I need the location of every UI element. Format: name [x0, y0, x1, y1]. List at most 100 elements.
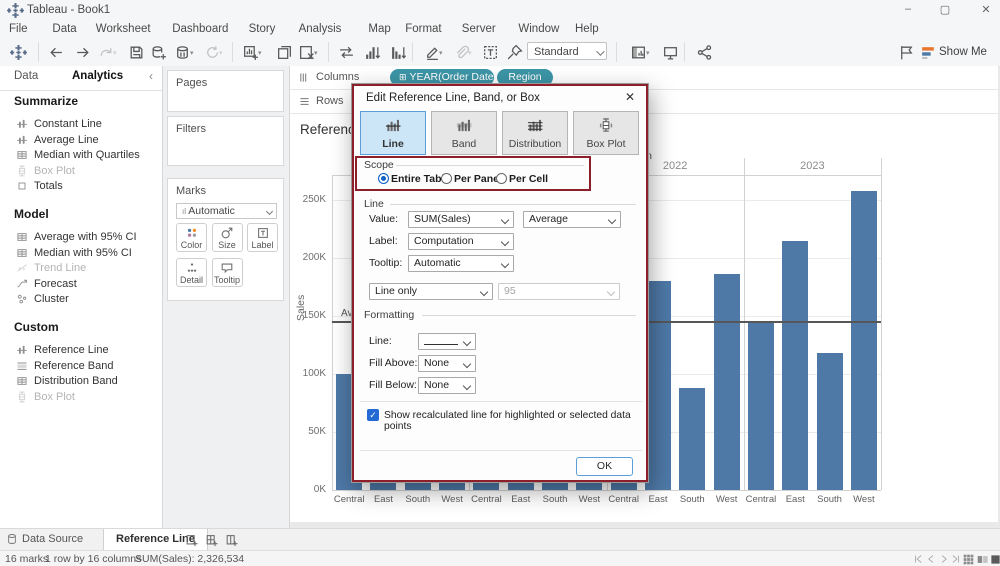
chevron-down-icon[interactable]: ▾ [468, 49, 472, 57]
x-axis-label-south[interactable]: South [536, 494, 574, 505]
tab-data[interactable]: Data [14, 70, 38, 82]
marks-button-tooltip[interactable]: Tooltip [212, 258, 243, 287]
x-axis-label-central[interactable]: Central [467, 494, 505, 505]
share-icon[interactable] [696, 44, 713, 61]
analytics-item-totals[interactable]: Totals [0, 179, 163, 195]
x-axis-label-south[interactable]: South [673, 494, 711, 505]
sort-ascending-icon[interactable] [364, 44, 381, 61]
label-dropdown[interactable]: Computation [408, 233, 514, 250]
fill-above-dropdown[interactable]: None [418, 355, 476, 372]
x-axis-label-east[interactable]: East [502, 494, 540, 505]
menu-item-window[interactable]: Window [514, 22, 563, 36]
analytics-item-reference-line[interactable]: Reference Line [0, 343, 163, 359]
bar-2022-west[interactable] [714, 274, 740, 490]
menu-item-analysis[interactable]: Analysis [295, 22, 346, 36]
x-axis-label-west[interactable]: West [707, 494, 745, 505]
chevron-down-icon[interactable]: ▾ [314, 49, 318, 57]
presentation-mode-icon[interactable] [662, 44, 679, 61]
fit-selector[interactable]: Standard [527, 42, 607, 60]
radio-entire-table[interactable] [378, 173, 389, 184]
menu-item-dashboard[interactable]: Dashboard [168, 22, 232, 36]
tooltip-dropdown[interactable]: Automatic [408, 255, 514, 272]
menu-item-format[interactable]: Format [401, 22, 445, 36]
analytics-item-reference-band[interactable]: Reference Band [0, 359, 163, 375]
x-axis-label-west[interactable]: West [570, 494, 608, 505]
pages-card[interactable]: Pages [167, 70, 284, 112]
forward-icon[interactable] [74, 44, 91, 61]
prev-sheet-icon[interactable] [926, 554, 936, 564]
radio-per-cell[interactable] [496, 173, 507, 184]
view-full-icon[interactable] [990, 554, 1000, 565]
x-axis-label-west[interactable]: West [845, 494, 883, 505]
menu-item-server[interactable]: Server [458, 22, 500, 36]
swap-rows-columns-icon[interactable] [338, 44, 355, 61]
analytics-item-average-line[interactable]: Average Line [0, 133, 163, 149]
close-button[interactable]: ✕ [979, 3, 993, 16]
marks-button-color[interactable]: Color [176, 223, 207, 252]
clear-sheet-icon[interactable] [298, 44, 315, 61]
mark-type-dropdown[interactable]: ıl Automatic [176, 203, 277, 219]
analytics-item-median-with-95-ci[interactable]: Median with 95% CI [0, 246, 163, 262]
minimize-button[interactable]: – [901, 3, 915, 15]
x-axis-label-central[interactable]: Central [330, 494, 368, 505]
chevron-down-icon[interactable]: ▾ [646, 49, 650, 57]
bar-2022-south[interactable] [679, 388, 705, 490]
bar-2023-central[interactable] [748, 323, 774, 490]
new-worksheet-icon[interactable] [242, 44, 259, 61]
pause-auto-updates-icon[interactable] [174, 44, 191, 61]
chevron-down-icon[interactable]: ▾ [113, 49, 117, 57]
last-sheet-icon[interactable] [951, 554, 961, 564]
menu-item-help[interactable]: Help [571, 22, 603, 36]
x-axis-label-east[interactable]: East [364, 494, 402, 505]
x-axis-label-central[interactable]: Central [605, 494, 643, 505]
marks-button-label[interactable]: Label [247, 223, 278, 252]
analytics-item-forecast[interactable]: Forecast [0, 277, 163, 293]
aggregation-dropdown[interactable]: Average [523, 211, 621, 228]
menu-item-map[interactable]: Map [364, 22, 394, 36]
menu-item-worksheet[interactable]: Worksheet [92, 22, 155, 36]
analytics-item-average-with-95-ci[interactable]: Average with 95% CI [0, 230, 163, 246]
new-story-icon[interactable] [225, 533, 239, 547]
collapse-pane-icon[interactable]: ‹ [149, 69, 153, 83]
bar-2023-west[interactable] [851, 191, 877, 490]
dialog-tab-distribution[interactable]: Distribution [502, 111, 568, 155]
x-axis-label-west[interactable]: West [433, 494, 471, 505]
sort-descending-icon[interactable] [390, 44, 407, 61]
analytics-item-median-with-quartiles[interactable]: Median with Quartiles [0, 148, 163, 164]
menu-item-story[interactable]: Story [245, 22, 280, 36]
analytics-item-distribution-band[interactable]: Distribution Band [0, 374, 163, 390]
analytics-item-constant-line[interactable]: Constant Line [0, 117, 163, 133]
dialog-tab-box-plot[interactable]: Box Plot [573, 111, 639, 155]
filters-card[interactable]: Filters [167, 116, 284, 166]
new-worksheet-icon[interactable] [185, 533, 199, 547]
bar-2023-south[interactable] [817, 353, 843, 490]
menu-item-data[interactable]: Data [48, 22, 80, 36]
marks-button-detail[interactable]: Detail [176, 258, 207, 287]
new-dashboard-icon[interactable] [205, 533, 219, 547]
next-sheet-icon[interactable] [939, 554, 949, 564]
save-icon[interactable] [128, 44, 145, 61]
first-sheet-icon[interactable] [913, 554, 923, 564]
back-icon[interactable] [48, 44, 65, 61]
line-only-dropdown[interactable]: Line only [369, 283, 493, 300]
year-header-2023[interactable]: 2023 [744, 160, 881, 172]
chevron-down-icon[interactable]: ▾ [439, 49, 443, 57]
chevron-down-icon[interactable]: ▾ [190, 49, 194, 57]
marks-button-size[interactable]: Size [212, 223, 243, 252]
menu-item-file[interactable]: File [5, 22, 32, 36]
x-axis-label-east[interactable]: East [776, 494, 814, 505]
show-me-icon[interactable] [920, 44, 937, 61]
line-style-dropdown[interactable] [418, 333, 476, 350]
value-dropdown[interactable]: SUM(Sales) [408, 211, 514, 228]
fix-axes-icon[interactable] [506, 44, 523, 61]
dialog-tab-band[interactable]: Band [431, 111, 497, 155]
fit-thumbnail-icon[interactable] [630, 44, 647, 61]
new-data-source-icon[interactable] [150, 44, 167, 61]
maximize-button[interactable]: ▢ [938, 3, 952, 16]
bar-2023-east[interactable] [782, 241, 808, 490]
ok-button[interactable]: OK [576, 457, 633, 476]
fill-below-dropdown[interactable]: None [418, 377, 476, 394]
radio-label-per-cell[interactable]: Per Cell [509, 173, 548, 185]
duplicate-sheet-icon[interactable] [276, 44, 293, 61]
chevron-down-icon[interactable]: ▾ [258, 49, 262, 57]
